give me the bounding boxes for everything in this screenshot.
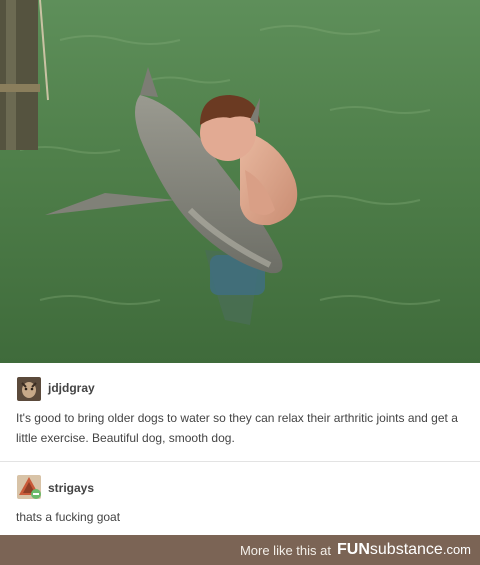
brand-logo[interactable]: FUNsubstance.com <box>337 541 471 559</box>
user-avatar-image <box>17 377 41 401</box>
more-like-this-label: More like this at <box>239 542 331 558</box>
username[interactable]: jdjdgray <box>48 381 95 395</box>
brand-substance: substance <box>369 541 443 558</box>
avatar[interactable] <box>17 377 41 401</box>
watermark-footer[interactable]: More like this at FUNsubstance.com <box>0 535 480 565</box>
reblog-post-2: strigays thats a fucking goat <box>0 462 480 535</box>
brand-domain: .com <box>442 542 471 557</box>
brand-fun: FUN <box>337 541 370 558</box>
user-avatar-image <box>17 475 41 499</box>
post-photo <box>0 0 480 363</box>
photo-illustration <box>0 0 480 363</box>
avatar[interactable] <box>17 475 41 499</box>
post-text: It's good to bring older dogs to water s… <box>16 411 458 445</box>
reblog-post-1: jdjdgray It's good to bring older dogs t… <box>0 363 480 460</box>
post-text: thats a fucking goat <box>16 510 121 524</box>
username[interactable]: strigays <box>48 481 94 495</box>
